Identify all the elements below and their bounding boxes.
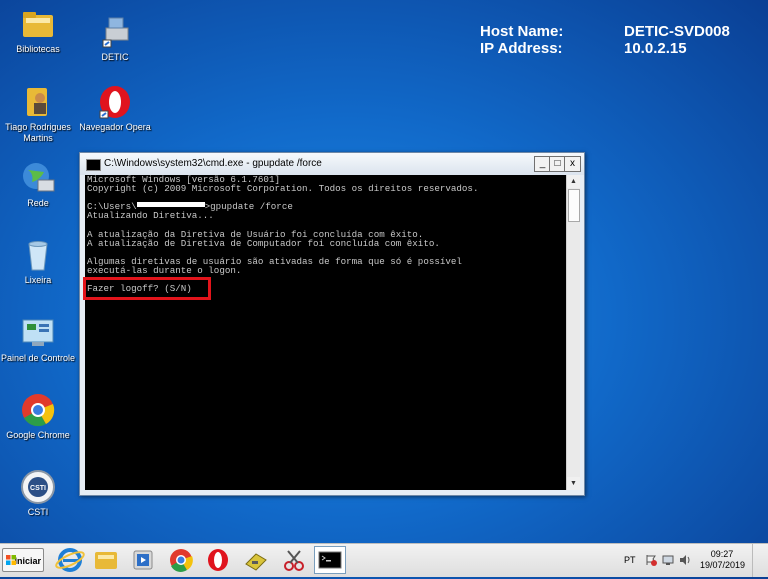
taskbar-opera-icon[interactable] bbox=[202, 546, 234, 574]
desktop-icon-opera[interactable]: Navegador Opera bbox=[77, 84, 153, 133]
desktop-icon-bibliotecas[interactable]: Bibliotecas bbox=[0, 6, 76, 55]
desktop-icon-chrome[interactable]: Google Chrome bbox=[0, 392, 76, 441]
network-globe-icon bbox=[20, 160, 56, 196]
chrome-browser-icon bbox=[20, 392, 56, 428]
highlight-box bbox=[83, 277, 211, 300]
cmd-icon bbox=[86, 159, 101, 171]
console-line bbox=[85, 193, 566, 202]
taskbar-chrome-icon[interactable] bbox=[165, 546, 197, 574]
console-line: executá-las durante o logon. bbox=[87, 264, 242, 276]
desktop-icon-label: Tiago Rodrigues Martins bbox=[5, 122, 71, 143]
console-line: A atualização de Diretiva de Computador … bbox=[87, 237, 440, 249]
desktop-icon-label: Rede bbox=[27, 198, 49, 208]
taskbar-explorer-icon[interactable] bbox=[90, 546, 122, 574]
bginfo-host-value: DETIC-SVD008 bbox=[624, 23, 730, 40]
clock-date: 19/07/2019 bbox=[700, 560, 746, 570]
taskbar-media-player-icon[interactable] bbox=[127, 546, 159, 574]
show-desktop-button[interactable] bbox=[752, 544, 768, 577]
windows-flag-icon bbox=[6, 555, 16, 565]
bginfo-ip-label: IP Address: bbox=[480, 40, 563, 57]
volume-icon[interactable] bbox=[679, 554, 691, 566]
desktop-icon-lixeira[interactable]: Lixeira bbox=[0, 237, 76, 286]
start-button[interactable]: Iniciar bbox=[2, 548, 44, 572]
desktop-icon-painel[interactable]: Painel de Controle bbox=[0, 315, 76, 364]
cmd-window[interactable]: C:\Windows\system32\cmd.exe - gpupdate /… bbox=[79, 152, 585, 496]
taskbar-ie-icon[interactable] bbox=[54, 546, 86, 574]
start-label: Iniciar bbox=[14, 556, 41, 566]
desktop-icon-label: Google Chrome bbox=[6, 430, 70, 440]
desktop-icon-csti[interactable]: CSTI CSTI bbox=[0, 469, 76, 518]
desktop-icon-label: Painel de Controle bbox=[0, 353, 76, 363]
vertical-scrollbar[interactable]: ▲ ▼ bbox=[566, 175, 580, 490]
scroll-up-arrow-icon[interactable]: ▲ bbox=[567, 175, 580, 188]
clock-time: 09:27 bbox=[710, 549, 734, 559]
scrollbar-thumb[interactable] bbox=[568, 189, 580, 222]
taskbar: Iniciar PT 09:27 19/07/2019 bbox=[0, 543, 768, 577]
action-center-flag-icon[interactable] bbox=[645, 554, 657, 566]
language-indicator[interactable]: PT bbox=[624, 555, 636, 565]
desktop-icon-label: DETIC bbox=[101, 52, 129, 62]
bginfo-host-label: Host Name: bbox=[480, 23, 564, 40]
console-line: Atualizando Diretiva... bbox=[87, 210, 214, 222]
desktop-icon-label: Lixeira bbox=[24, 275, 52, 285]
console-output[interactable]: Microsoft Windows [versão 6.1.7601] Copy… bbox=[85, 175, 566, 490]
network-status-icon[interactable] bbox=[662, 554, 674, 566]
csti-logo-icon: CSTI bbox=[20, 469, 56, 505]
cmd-window-titlebar[interactable]: C:\Windows\system32\cmd.exe - gpupdate /… bbox=[80, 153, 584, 175]
taskbar-snipping-tool-icon[interactable] bbox=[278, 546, 310, 574]
desktop-icon-label: Bibliotecas bbox=[16, 44, 60, 54]
taskbar-tool-icon[interactable] bbox=[240, 546, 272, 574]
opera-browser-icon bbox=[97, 84, 133, 120]
recycle-bin-icon bbox=[20, 237, 56, 273]
bginfo-ip-value: 10.0.2.15 bbox=[624, 40, 687, 57]
taskbar-cmd-icon[interactable] bbox=[314, 546, 346, 574]
control-panel-icon bbox=[20, 315, 56, 351]
svg-text:CSTI: CSTI bbox=[30, 485, 46, 492]
desktop-icon-rede[interactable]: Rede bbox=[0, 160, 76, 209]
desktop-icon-detic[interactable]: DETIC bbox=[77, 14, 153, 63]
console-line: Copyright (c) 2009 Microsoft Corporation… bbox=[87, 183, 479, 195]
desktop-icon-label: Navegador Opera bbox=[79, 122, 151, 132]
network-drive-icon bbox=[97, 14, 133, 50]
desktop-icon-user-folder[interactable]: Tiago Rodrigues Martins bbox=[0, 84, 76, 144]
libraries-folder-icon bbox=[20, 6, 56, 42]
close-button[interactable]: x bbox=[564, 156, 581, 172]
window-title: C:\Windows\system32\cmd.exe - gpupdate /… bbox=[104, 158, 322, 169]
desktop-icon-label: CSTI bbox=[27, 507, 49, 517]
scroll-down-arrow-icon[interactable]: ▼ bbox=[567, 477, 580, 490]
clock[interactable]: 09:27 19/07/2019 bbox=[700, 549, 746, 571]
user-folder-icon bbox=[20, 84, 56, 120]
redacted-username bbox=[136, 202, 205, 208]
